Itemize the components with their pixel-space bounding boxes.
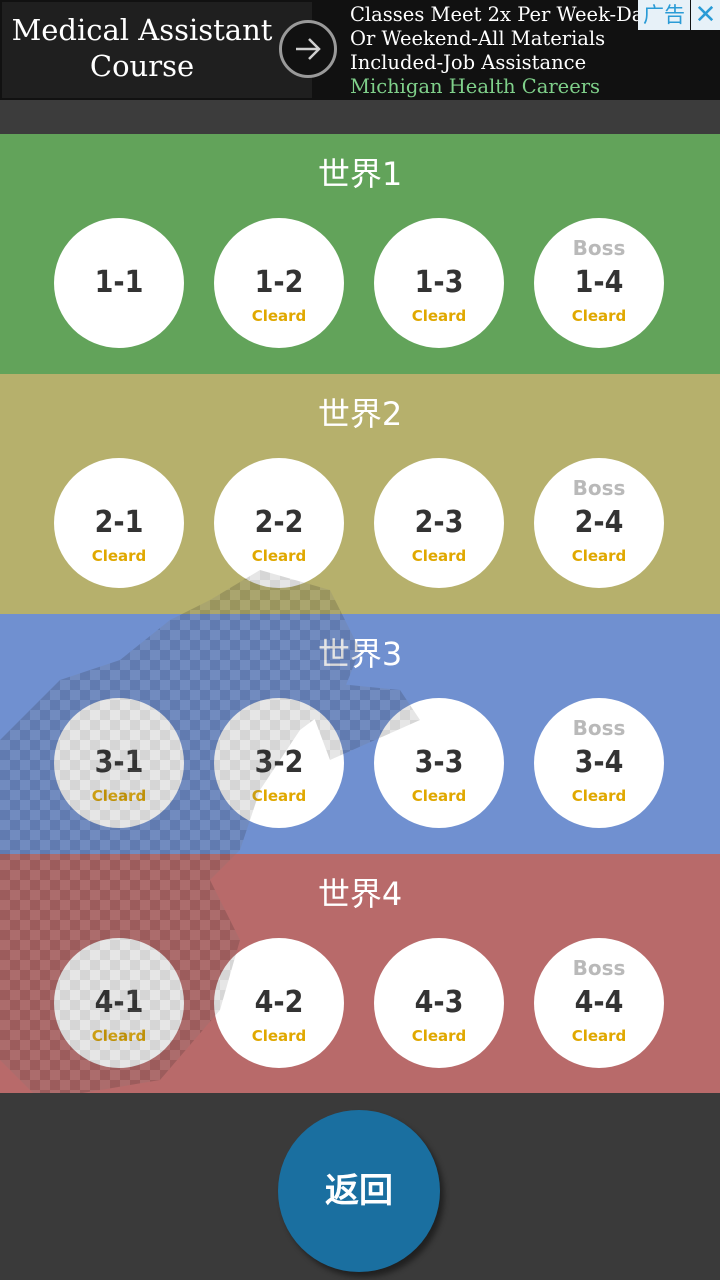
stage-label: 1-3 [414,265,464,300]
stage-button-3-4[interactable]: Boss 3-4 Cleard [534,698,664,828]
ad-body[interactable]: Classes Meet 2x Per Week-Day Or Weekend-… [350,3,655,99]
boss-label: Boss [572,716,626,740]
world-4-section: 世界4 4-1 Cleard 4-2 Cleard 4-3 Cleard Boss 4-4 Cle… [0,854,720,1094]
stage-label: 4-3 [414,985,464,1020]
stage-button-3-3[interactable]: 3-3 Cleard [374,698,504,828]
back-button[interactable]: 返回 [278,1110,440,1272]
cleared-status: Cleard [571,307,627,325]
ad-line: Or Weekend-All Materials [350,27,606,50]
stage-label: 3-2 [254,745,304,780]
stage-button-4-3[interactable]: 4-3 Cleard [374,938,504,1068]
stage-label: 4-4 [574,985,624,1020]
stage-label: 3-1 [94,745,144,780]
stage-button-3-1[interactable]: 3-1 Cleard [54,698,184,828]
cleared-status: Cleard [251,547,307,565]
boss-label: Boss [572,236,626,260]
arrow-right-icon[interactable] [279,20,337,78]
stage-label: 3-3 [414,745,464,780]
world-3-section: 世界3 3-1 Cleard 3-2 Cleard 3-3 Cleard Boss 3-4 Cle… [0,614,720,854]
stage-button-4-2[interactable]: 4-2 Cleard [214,938,344,1068]
stage-label: 2-4 [574,505,624,540]
cleared-status: Cleard [411,547,467,565]
stage-label: 1-2 [254,265,304,300]
header-gap [0,100,720,134]
stage-button-2-3[interactable]: 2-3 Cleard [374,458,504,588]
world-2-section: 世界2 2-1 Cleard 2-2 Cleard 2-3 Cleard Boss 2-4 Cle… [0,374,720,614]
ad-line: Included-Job Assistance [350,51,587,74]
boss-label: Boss [572,956,626,980]
ad-title-panel[interactable]: Medical Assistant Course [2,2,312,98]
stage-button-4-4[interactable]: Boss 4-4 Cleard [534,938,664,1068]
cleared-status: Cleard [571,547,627,565]
ad-advertiser: Michigan Health Careers [350,75,601,98]
cleared-status: Cleard [411,307,467,325]
stage-label: 1-4 [574,265,624,300]
stage-label: 2-1 [94,505,144,540]
stage-button-2-4[interactable]: Boss 2-4 Cleard [534,458,664,588]
ad-banner[interactable]: Medical Assistant Course Classes Meet 2x… [0,0,720,100]
cleared-status: Cleard [91,1027,147,1045]
world-title: 世界1 [317,155,403,193]
stage-button-2-2[interactable]: 2-2 Cleard [214,458,344,588]
cleared-status: Cleard [251,1027,307,1045]
cleared-status: Cleard [411,787,467,805]
stage-button-1-4[interactable]: Boss 1-4 Cleard [534,218,664,348]
world-title: 世界3 [317,635,403,673]
stage-label: 1-1 [94,265,144,300]
stage-label: 4-2 [254,985,304,1020]
cleared-status: Cleard [251,307,307,325]
boss-label: Boss [572,476,626,500]
stage-button-1-2[interactable]: 1-2 Cleard [214,218,344,348]
cleared-status: Cleard [571,1027,627,1045]
cleared-status: Cleard [571,787,627,805]
ad-line: Classes Meet 2x Per Week-Day [350,3,655,26]
cleared-status: Cleard [251,787,307,805]
stage-label: 2-2 [254,505,304,540]
ad-badge[interactable]: 广告 [638,0,690,30]
cleared-status: Cleard [91,547,147,565]
world-1-section: 世界1 1-1 1-2 Cleard 1-3 Cleard Boss 1-4 Cleard [0,134,720,374]
ad-title: Medical Assistant Course [11,13,273,83]
stage-button-1-1[interactable]: 1-1 [54,218,184,348]
stage-button-1-3[interactable]: 1-3 Cleard [374,218,504,348]
cleared-status: Cleard [91,787,147,805]
close-icon[interactable]: ✕ [691,0,720,30]
world-title: 世界4 [317,875,403,913]
stage-button-2-1[interactable]: 2-1 Cleard [54,458,184,588]
stage-label: 3-4 [574,745,624,780]
stage-label: 4-1 [94,985,144,1020]
stage-button-3-2[interactable]: 3-2 Cleard [214,698,344,828]
cleared-status: Cleard [411,1027,467,1045]
world-title: 世界2 [317,395,403,433]
stage-button-4-1[interactable]: 4-1 Cleard [54,938,184,1068]
stage-label: 2-3 [414,505,464,540]
